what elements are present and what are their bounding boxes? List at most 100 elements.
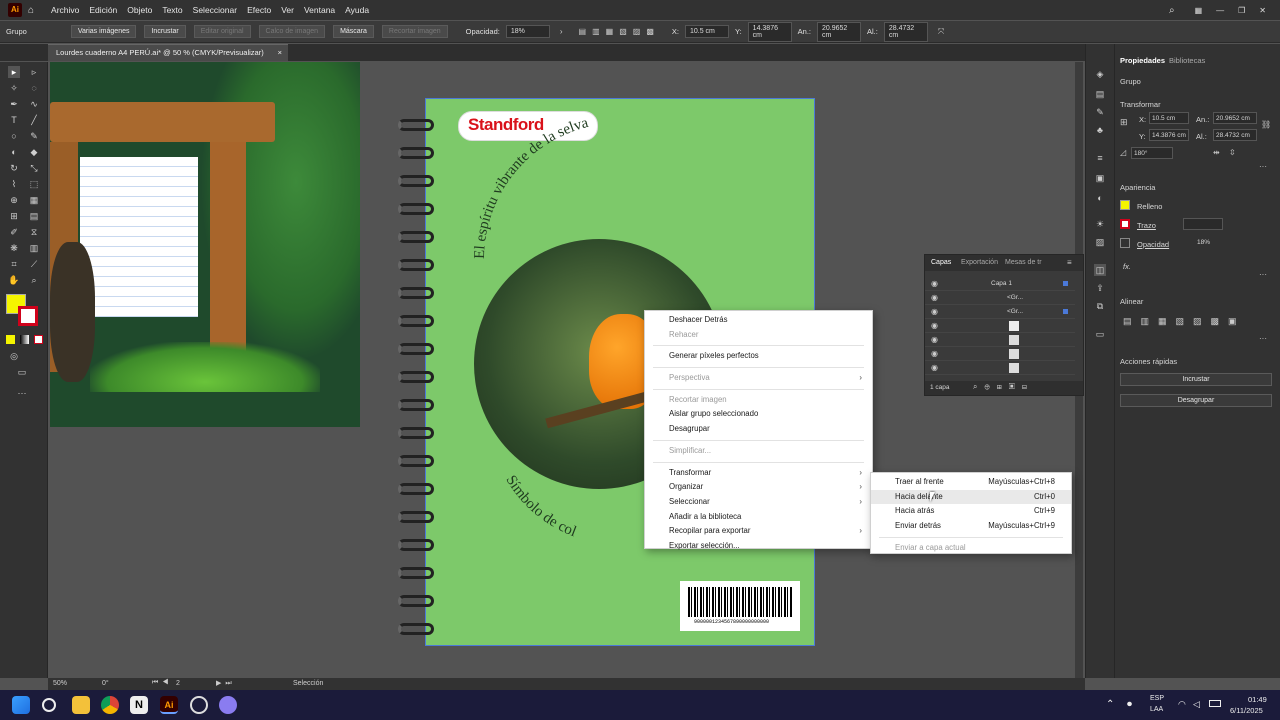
gradient-panel-icon[interactable]: ▣	[1094, 172, 1106, 184]
menu-item-redo[interactable]: Rehacer	[645, 328, 872, 343]
opacity-field[interactable]: 18%	[505, 25, 550, 38]
menu-item-crop-image[interactable]: Recortar imagen	[645, 393, 872, 408]
menu-item-select[interactable]: Seleccionar ›	[645, 495, 872, 510]
windows-start-icon[interactable]	[12, 696, 30, 714]
panel-menu-icon[interactable]: ≡	[1067, 258, 1072, 267]
mask-button[interactable]: Máscara	[333, 25, 374, 38]
stroke-swatch[interactable]	[18, 306, 38, 326]
volume-icon[interactable]: ◁	[1193, 699, 1200, 710]
restore-icon[interactable]: ❐	[1238, 6, 1245, 15]
submenu-send-to-current-layer[interactable]: Enviar a capa actual	[871, 541, 1071, 556]
menu-edicion[interactable]: Edición	[89, 5, 117, 15]
opacity-field[interactable]: 18%	[1195, 237, 1225, 249]
search-icon[interactable]: ⌕	[1169, 5, 1175, 16]
tray-chevron-up-icon[interactable]: ⌃	[1106, 699, 1114, 710]
stroke-color-swatch[interactable]	[1120, 219, 1130, 229]
menu-item-arrange[interactable]: Organizar ›	[645, 480, 872, 495]
tab-properties[interactable]: Propiedades	[1120, 56, 1165, 65]
menu-item-simplify[interactable]: Simplificar...	[645, 444, 872, 459]
width-field[interactable]: 20.9652 cm	[817, 21, 862, 42]
menu-item-export-selection[interactable]: Exportar selección...	[645, 539, 872, 554]
x-field[interactable]: 10.5 cm	[684, 25, 729, 38]
constrain-proportions-icon[interactable]: ⛓	[1261, 120, 1271, 129]
battery-icon[interactable]	[1209, 700, 1221, 707]
asset-export-icon[interactable]: ⇪	[1094, 282, 1106, 294]
stroke-panel-icon[interactable]: ≡	[1094, 152, 1106, 164]
artboard-nav-icons[interactable]: ⏮◀	[152, 679, 173, 687]
menu-item-undo[interactable]: Deshacer Detrás	[645, 313, 872, 328]
fx-button[interactable]: fx.	[1123, 262, 1131, 271]
symbol-sprayer-tool-icon[interactable]: ❋	[8, 242, 20, 254]
line-tool-icon[interactable]: ╱	[28, 114, 40, 126]
mesh-tool-icon[interactable]: ⊞	[8, 210, 20, 222]
rotation-field[interactable]: 180°	[1131, 147, 1173, 159]
align-icons[interactable]: ▤▥▦▧▨▩▣	[1123, 316, 1246, 327]
arrange-documents-icon[interactable]: ▦	[1195, 6, 1203, 15]
app-icon[interactable]	[190, 696, 208, 714]
menu-objeto[interactable]: Objeto	[127, 5, 152, 15]
rotate-tool-icon[interactable]: ↻	[8, 162, 20, 174]
crop-image-button[interactable]: Recortar imagen	[381, 25, 448, 38]
layer-row[interactable]: ◉	[925, 319, 1075, 333]
jungle-frame-artwork[interactable]	[50, 62, 360, 427]
width-field[interactable]: 20.9652 cm	[1213, 112, 1257, 124]
notion-icon[interactable]: N	[130, 696, 148, 714]
comments-icon[interactable]: ▭	[1094, 328, 1106, 340]
layers-panel-icon[interactable]: ◫	[1094, 264, 1106, 276]
type-tool-icon[interactable]: T	[8, 114, 20, 126]
menu-item-perspective[interactable]: Perspectiva ›	[645, 371, 872, 386]
clock-time[interactable]: 01:49	[1248, 695, 1267, 704]
y-field[interactable]: 14.3876 cm	[747, 21, 792, 42]
embed-button[interactable]: Incrustar	[144, 25, 186, 38]
selection-tool-icon[interactable]: ▸	[8, 66, 20, 78]
menu-texto[interactable]: Texto	[162, 5, 182, 15]
file-explorer-icon[interactable]	[72, 696, 90, 714]
flip-horizontal-icon[interactable]: ⇹	[1213, 148, 1220, 157]
color-mode-icon[interactable]	[6, 335, 15, 344]
y-field[interactable]: 14.3876 cm	[1149, 129, 1189, 141]
menu-item-ungroup[interactable]: Desagrupar	[645, 422, 872, 437]
clock-date[interactable]: 6/11/2025	[1230, 706, 1263, 715]
visibility-eye-icon[interactable]: ◉	[931, 321, 938, 330]
layer-row[interactable]: ◉ Capa 1	[925, 277, 1075, 291]
pen-tool-icon[interactable]: ✒	[8, 98, 20, 110]
keyboard-layout-label[interactable]: LAA	[1150, 706, 1163, 713]
shape-builder-tool-icon[interactable]: ⊕	[8, 194, 20, 206]
shaper-tool-icon[interactable]: ◐	[8, 146, 20, 158]
free-transform-tool-icon[interactable]: ⬚	[28, 178, 40, 190]
libraries-icon[interactable]: ▤	[1094, 88, 1106, 100]
zoom-field[interactable]: 50%	[53, 680, 67, 687]
ellipse-tool-icon[interactable]: ○	[8, 130, 20, 142]
home-icon[interactable]: ⌂	[28, 5, 34, 16]
tab-artboards[interactable]: Mesas de tr	[1005, 259, 1042, 266]
hand-tool-icon[interactable]: ✋	[8, 274, 20, 286]
menu-ayuda[interactable]: Ayuda	[345, 5, 369, 15]
perspective-grid-tool-icon[interactable]: ▦	[28, 194, 40, 206]
visibility-eye-icon[interactable]: ◉	[931, 279, 938, 288]
flip-vertical-icon[interactable]: ⇳	[1229, 148, 1236, 157]
gradient-tool-icon[interactable]: ▤	[28, 210, 40, 222]
tab-libraries[interactable]: Bibliotecas	[1169, 56, 1205, 65]
height-field[interactable]: 28.4732 cm	[1213, 129, 1257, 141]
menu-item-pixel-perfect[interactable]: Generar píxeles perfectos	[645, 349, 872, 364]
embed-quick-button[interactable]: Incrustar	[1120, 373, 1272, 386]
curvature-tool-icon[interactable]: ∿	[28, 98, 40, 110]
layer-row[interactable]: ◉ <Gr...	[925, 291, 1075, 305]
height-field[interactable]: 28.4732 cm	[883, 21, 928, 42]
layer-row[interactable]: ◉	[925, 333, 1075, 347]
zoom-tool-icon[interactable]: ⌕	[28, 274, 40, 286]
stroke-label[interactable]: Trazo	[1137, 221, 1156, 230]
discord-icon[interactable]	[219, 696, 237, 714]
more-options-icon[interactable]: ···	[1259, 162, 1267, 171]
menu-seleccionar[interactable]: Seleccionar	[193, 5, 237, 15]
blend-tool-icon[interactable]: ⧖	[28, 226, 40, 238]
transparency-panel-icon[interactable]: ◐	[1094, 192, 1106, 204]
rotation-view-field[interactable]: 0°	[102, 680, 109, 687]
submenu-bring-to-front[interactable]: Traer al frente Mayúsculas+Ctrl+8	[871, 475, 1071, 490]
menu-item-add-to-library[interactable]: Añadir a la biblioteca	[645, 510, 872, 525]
stroke-weight-field[interactable]	[1183, 218, 1223, 230]
ungroup-quick-button[interactable]: Desagrupar	[1120, 394, 1272, 407]
artboards-panel-icon[interactable]: ⧉	[1094, 300, 1106, 312]
artboard-number-field[interactable]: 2	[176, 680, 180, 687]
paintbrush-tool-icon[interactable]: ✎	[28, 130, 40, 142]
